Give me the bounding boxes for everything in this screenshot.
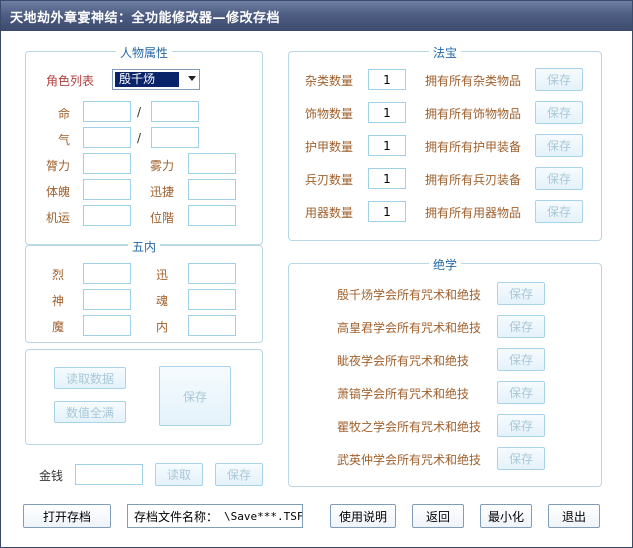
title-bar[interactable]: 天地劫外章宴神结：全功能修改器—修改存档 xyxy=(1,1,632,31)
skills-title: 绝学 xyxy=(428,256,462,273)
strength-label: 膂力 xyxy=(46,159,71,173)
skill-save-button-xiao[interactable]: 保存 xyxy=(497,381,545,404)
agility-label: 雾力 xyxy=(150,159,175,173)
attributes-group: 人物属性 角色列表 殷千炀 命 / 气 / 膂力 雾力 体魄 迅捷 机运 位階 xyxy=(25,44,263,245)
lie-label: 烈 xyxy=(52,268,65,282)
mo-input[interactable] xyxy=(83,315,131,336)
read-data-button[interactable]: 读取数据 xyxy=(54,367,126,389)
accessory-count-input[interactable] xyxy=(368,102,406,123)
wunei-title: 五内 xyxy=(127,238,161,255)
hp-current-input[interactable] xyxy=(83,101,131,122)
wunei-group: 五内 烈 迅 神 魂 魔 内 xyxy=(25,238,263,343)
hp-slash: / xyxy=(137,105,142,119)
hp-max-input[interactable] xyxy=(151,101,199,122)
nei-label: 内 xyxy=(156,320,169,334)
armor-count-input[interactable] xyxy=(368,135,406,156)
speed-input[interactable] xyxy=(188,179,236,200)
minimize-button[interactable]: 最小化 xyxy=(480,504,532,528)
mo-label: 魔 xyxy=(52,320,65,334)
speed-label: 迅捷 xyxy=(150,185,175,199)
weapon-save-button[interactable]: 保存 xyxy=(535,167,583,190)
open-save-button[interactable]: 打开存档 xyxy=(23,504,111,528)
hun-label: 魂 xyxy=(156,294,169,308)
rank-label: 位階 xyxy=(150,211,175,225)
hun-input[interactable] xyxy=(188,289,236,310)
tool-save-button[interactable]: 保存 xyxy=(535,200,583,223)
agility-input[interactable] xyxy=(188,153,236,174)
weapon-action-label: 拥有所有兵刃装备 xyxy=(425,173,522,187)
treasure-group: 法宝 杂类数量 拥有所有杂类物品 保存 饰物数量 拥有所有饰物物品 保存 护甲数… xyxy=(288,44,602,241)
armor-action-label: 拥有所有护甲装备 xyxy=(425,140,522,154)
save-file-label: 存档文件名称： xyxy=(134,509,219,524)
lie-input[interactable] xyxy=(83,263,131,284)
luck-input[interactable] xyxy=(83,205,131,226)
misc-count-label: 杂类数量 xyxy=(305,74,354,88)
armor-count-label: 护甲数量 xyxy=(305,140,354,154)
back-button[interactable]: 返回 xyxy=(412,504,464,528)
money-input[interactable] xyxy=(75,464,143,485)
money-label: 金钱 xyxy=(39,469,64,483)
xun-label: 迅 xyxy=(156,268,169,282)
skill-label-gao: 高皇君学会所有咒术和绝技 xyxy=(337,321,482,335)
skill-label-ziye: 眦夜学会所有咒术和绝技 xyxy=(337,354,470,368)
mp-current-input[interactable] xyxy=(83,127,131,148)
accessory-save-button[interactable]: 保存 xyxy=(535,101,583,124)
armor-save-button[interactable]: 保存 xyxy=(535,134,583,157)
save-file-value: \Save***.TSF xyxy=(224,509,303,523)
client-area: 人物属性 角色列表 殷千炀 命 / 气 / 膂力 雾力 体魄 迅捷 机运 位階 … xyxy=(9,31,624,541)
mp-max-input[interactable] xyxy=(151,127,199,148)
shen-label: 神 xyxy=(52,294,65,308)
save-file-field: 存档文件名称： \Save***.TSF xyxy=(127,504,303,528)
role-list-label: 角色列表 xyxy=(46,74,95,88)
skill-save-button-ziye[interactable]: 保存 xyxy=(497,348,545,371)
main-window: 天地劫外章宴神结：全功能修改器—修改存档 人物属性 角色列表 殷千炀 命 / 气… xyxy=(0,0,633,548)
chevron-down-icon xyxy=(188,76,196,81)
physique-input[interactable] xyxy=(83,179,131,200)
data-actions-group: 读取数据 数值全满 保存 xyxy=(25,349,263,445)
hp-label: 命 xyxy=(58,107,71,121)
physique-label: 体魄 xyxy=(46,185,71,199)
money-read-button[interactable]: 读取 xyxy=(155,463,203,486)
skills-group: 绝学 殷千炀学会所有咒术和绝技 保存 高皇君学会所有咒术和绝技 保存 眦夜学会所… xyxy=(288,256,602,487)
attributes-title: 人物属性 xyxy=(115,44,173,61)
money-save-button[interactable]: 保存 xyxy=(215,463,263,486)
misc-action-label: 拥有所有杂类物品 xyxy=(425,74,522,88)
skill-save-button-yin[interactable]: 保存 xyxy=(497,282,545,305)
skill-label-wu: 武英仲学会所有咒术和绝技 xyxy=(337,453,482,467)
skill-label-yin: 殷千炀学会所有咒术和绝技 xyxy=(337,288,482,302)
mp-slash: / xyxy=(137,131,142,145)
treasure-title: 法宝 xyxy=(428,44,462,61)
help-button[interactable]: 使用说明 xyxy=(330,504,396,528)
role-selected-value: 殷千炀 xyxy=(115,72,179,87)
tool-count-label: 用器数量 xyxy=(305,206,354,220)
nei-input[interactable] xyxy=(188,315,236,336)
accessory-action-label: 拥有所有饰物物品 xyxy=(425,107,522,121)
role-select[interactable]: 殷千炀 xyxy=(112,69,200,90)
tool-action-label: 拥有所有用器物品 xyxy=(425,206,522,220)
window-title: 天地劫外章宴神结：全功能修改器—修改存档 xyxy=(10,11,281,26)
weapon-count-input[interactable] xyxy=(368,168,406,189)
tool-count-input[interactable] xyxy=(368,201,406,222)
accessory-count-label: 饰物数量 xyxy=(305,107,354,121)
skill-save-button-gao[interactable]: 保存 xyxy=(497,315,545,338)
fill-values-button[interactable]: 数值全满 xyxy=(54,401,126,423)
save-attributes-button[interactable]: 保存 xyxy=(159,366,231,426)
rank-input[interactable] xyxy=(188,205,236,226)
skill-label-xiao: 萧镐学会所有咒术和绝技 xyxy=(337,387,470,401)
weapon-count-label: 兵刃数量 xyxy=(305,173,354,187)
xun-input[interactable] xyxy=(188,263,236,284)
exit-button[interactable]: 退出 xyxy=(548,504,600,528)
skill-save-button-wu[interactable]: 保存 xyxy=(497,447,545,470)
luck-label: 机运 xyxy=(46,211,71,225)
mp-label: 气 xyxy=(58,133,71,147)
misc-count-input[interactable] xyxy=(368,69,406,90)
skill-save-button-qu[interactable]: 保存 xyxy=(497,414,545,437)
skill-label-qu: 瞿牧之学会所有咒术和绝技 xyxy=(337,420,482,434)
strength-input[interactable] xyxy=(83,153,131,174)
misc-save-button[interactable]: 保存 xyxy=(535,68,583,91)
shen-input[interactable] xyxy=(83,289,131,310)
